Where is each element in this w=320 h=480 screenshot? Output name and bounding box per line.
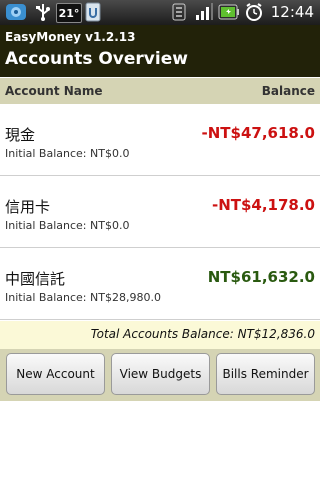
- battery-icon: [218, 2, 240, 22]
- alarm-icon: [244, 2, 264, 22]
- total-balance-bar: Total Accounts Balance: NT$12,836.0: [0, 321, 320, 349]
- status-time: 12:44: [270, 3, 314, 21]
- account-initial-balance: Initial Balance: NT$0.0: [5, 147, 130, 160]
- account-row[interactable]: 信用卡 Initial Balance: NT$0.0 -NT$4,178.0: [0, 177, 320, 248]
- power-icon: [84, 2, 102, 22]
- action-button-bar: New Account View Budgets Bills Reminder: [0, 349, 320, 401]
- usb-icon: [32, 2, 54, 22]
- account-name: 中國信託: [5, 270, 66, 288]
- balance-column-header: Balance: [261, 84, 315, 98]
- account-name-column-header: Account Name: [5, 84, 103, 98]
- cell-signal-icon: [193, 2, 215, 22]
- page-title: Accounts Overview: [5, 49, 188, 69]
- data-signal-icon: [170, 2, 188, 22]
- account-row[interactable]: 現金 Initial Balance: NT$0.0 -NT$47,618.0: [0, 105, 320, 176]
- account-initial-balance: Initial Balance: NT$28,980.0: [5, 291, 161, 304]
- app-icon: [4, 2, 28, 22]
- app-screen: 21° 12:44 EasyMoney v1.2.13 Accounts Ove…: [0, 0, 320, 480]
- accounts-table-header: Account Name Balance: [0, 78, 320, 104]
- temperature-icon: 21°: [56, 3, 82, 23]
- account-initial-balance: Initial Balance: NT$0.0: [5, 219, 130, 232]
- account-balance: NT$61,632.0: [207, 268, 315, 286]
- temperature-text: 21°: [58, 6, 80, 20]
- empty-content-area: [0, 401, 320, 480]
- account-name: 信用卡: [5, 198, 51, 216]
- account-name: 現金: [5, 126, 36, 144]
- account-balance: -NT$4,178.0: [211, 196, 315, 214]
- account-balance: -NT$47,618.0: [201, 124, 315, 142]
- new-account-button[interactable]: New Account: [6, 353, 105, 395]
- app-name: EasyMoney v1.2.13: [5, 30, 136, 44]
- view-budgets-button[interactable]: View Budgets: [111, 353, 210, 395]
- app-title-bar: EasyMoney v1.2.13 Accounts Overview: [0, 25, 320, 77]
- bills-reminder-button[interactable]: Bills Reminder: [216, 353, 315, 395]
- status-bar: 21° 12:44: [0, 0, 320, 25]
- total-accounts-balance: Total Accounts Balance: NT$12,836.0: [90, 327, 315, 341]
- account-row[interactable]: 中國信託 Initial Balance: NT$28,980.0 NT$61,…: [0, 249, 320, 320]
